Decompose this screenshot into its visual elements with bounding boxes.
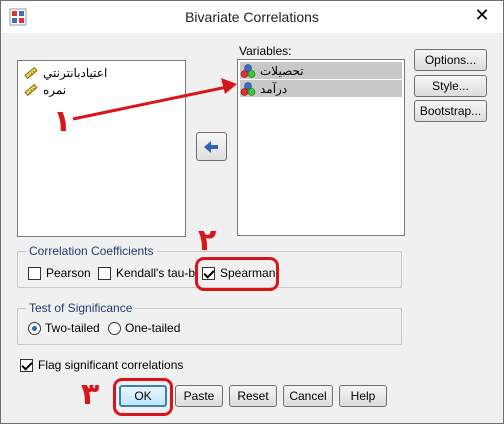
- nominal-variable-icon: [240, 63, 256, 78]
- variables-item-label: درآمد: [260, 81, 288, 96]
- two-tailed-label: Two-tailed: [45, 321, 100, 335]
- help-button[interactable]: Help: [339, 385, 387, 407]
- flag-significant-label: Flag significant correlations: [38, 358, 184, 372]
- style-button[interactable]: Style...: [414, 75, 487, 97]
- annotation-number-3: ٣: [81, 377, 100, 412]
- annotation-number-2: ٢: [198, 223, 217, 258]
- annotation-spearman-highlight: [195, 257, 279, 291]
- pearson-label: Pearson: [46, 266, 91, 280]
- variables-label: Variables:: [239, 44, 292, 58]
- annotation-number-1: ١: [53, 104, 72, 139]
- reset-button[interactable]: Reset: [229, 385, 277, 407]
- bootstrap-button[interactable]: Bootstrap...: [414, 100, 487, 122]
- paste-button[interactable]: Paste: [175, 385, 223, 407]
- group-title: Correlation Coefficients: [26, 244, 157, 258]
- options-button[interactable]: Options...: [414, 49, 487, 71]
- one-tailed-label: One-tailed: [125, 321, 181, 335]
- window-title: Bivariate Correlations: [185, 9, 319, 25]
- two-tailed-radio[interactable]: [28, 322, 41, 335]
- scale-variable-icon: [24, 66, 38, 79]
- source-variable-list[interactable]: اعتيادبانترنتي نمره: [17, 60, 186, 237]
- cancel-button[interactable]: Cancel: [283, 385, 333, 407]
- pearson-checkbox[interactable]: [28, 267, 41, 280]
- scale-variable-icon: [24, 83, 38, 96]
- title-bar: Bivariate Correlations ✕: [1, 1, 503, 33]
- dialog-window: Bivariate Correlations ✕ اعتيادبانترنتي …: [0, 0, 504, 424]
- move-variable-button[interactable]: [196, 132, 227, 161]
- group-title: Test of Significance: [26, 301, 136, 315]
- kendall-checkbox[interactable]: [98, 267, 111, 280]
- variables-list-item[interactable]: تحصيلات: [240, 62, 402, 79]
- source-list-item[interactable]: نمره: [23, 81, 66, 98]
- flag-significant-checkbox[interactable]: [20, 359, 33, 372]
- variables-list[interactable]: تحصيلات درآمد: [237, 59, 405, 236]
- annotation-ok-highlight: [113, 378, 173, 416]
- one-tailed-radio[interactable]: [108, 322, 121, 335]
- variables-item-label: تحصيلات: [260, 63, 304, 78]
- arrow-left-icon: [204, 141, 218, 153]
- kendall-label: Kendall's tau-b: [116, 266, 196, 280]
- source-item-label: اعتيادبانترنتي: [43, 65, 108, 80]
- close-icon[interactable]: ✕: [466, 3, 498, 27]
- nominal-variable-icon: [240, 81, 256, 96]
- variables-list-item[interactable]: درآمد: [240, 80, 402, 97]
- source-item-label: نمره: [43, 82, 67, 97]
- source-list-item[interactable]: اعتيادبانترنتي: [23, 64, 107, 81]
